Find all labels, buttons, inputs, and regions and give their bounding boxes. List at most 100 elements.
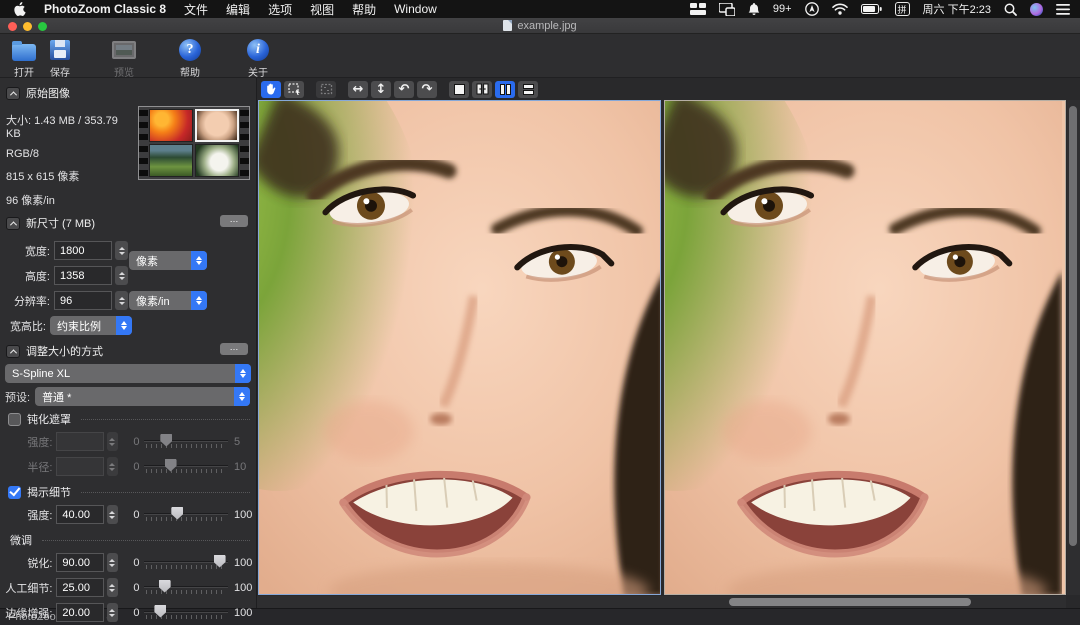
height-field[interactable]: 1358 xyxy=(54,266,112,285)
search-icon[interactable] xyxy=(1004,2,1017,16)
input-method-badge[interactable]: 拼 xyxy=(895,2,910,16)
vertical-scrollbar-thumb[interactable] xyxy=(1069,106,1077,546)
color-mode-info: RGB/8 xyxy=(6,148,134,160)
resolution-unit-dropdown[interactable]: 像素/in xyxy=(129,291,207,310)
artificial-detail-field[interactable]: 25.00 xyxy=(56,578,104,597)
reveal-strength-row: 强度: 40.00 0 100 xyxy=(0,502,256,527)
width-label: 宽度: xyxy=(4,243,50,259)
thumbnail-fruit[interactable] xyxy=(149,109,193,142)
sharpen-field[interactable]: 90.00 xyxy=(56,553,104,572)
unsharp-radius-field xyxy=(56,457,104,476)
side-by-side-view-button[interactable] xyxy=(495,81,515,98)
hand-icon xyxy=(265,83,277,96)
reveal-details-checkbox[interactable] xyxy=(8,486,21,499)
rotate-cw-button[interactable]: ↷ xyxy=(417,81,437,98)
sharpen-slider[interactable] xyxy=(144,554,229,572)
rotate-ccw-button[interactable]: ↶ xyxy=(394,81,414,98)
reveal-strength-field[interactable]: 40.00 xyxy=(56,505,104,524)
battery-icon[interactable] xyxy=(861,2,882,16)
minimize-button[interactable] xyxy=(23,22,32,31)
flip-vertical-button[interactable]: ↕ xyxy=(371,81,391,98)
unsharp-strength-row: 强度: 0 5 xyxy=(0,429,256,454)
collapse-resize-method-button[interactable] xyxy=(6,345,20,358)
help-button[interactable]: ? 帮助 xyxy=(174,37,206,79)
screen: PhotoZoom Classic 8 文件 编辑 选项 视图 帮助 Windo… xyxy=(0,0,1080,625)
vertical-scrollbar[interactable] xyxy=(1067,100,1080,595)
close-button[interactable] xyxy=(8,22,17,31)
control-center-list-icon[interactable] xyxy=(1056,2,1070,16)
unsharp-radius-slider xyxy=(144,458,229,476)
sidebar: 原始图像 大小: 1.43 MB / 353.79 KB RGB/8 815 x… xyxy=(0,78,257,608)
title-bar[interactable]: example.jpg xyxy=(0,18,1080,34)
wifi-icon[interactable] xyxy=(832,2,848,16)
preview-pane-before[interactable] xyxy=(258,100,661,595)
notification-bell-icon[interactable] xyxy=(748,2,760,16)
single-view-button[interactable] xyxy=(449,81,469,98)
dropdown-arrows-icon xyxy=(235,364,251,383)
menubar-clock[interactable]: 周六 下午2:23 xyxy=(923,1,991,17)
unsharp-strength-stepper xyxy=(107,432,118,451)
unsharp-mask-checkbox[interactable] xyxy=(8,413,21,426)
split-view-button[interactable] xyxy=(472,81,492,98)
artificial-detail-stepper[interactable] xyxy=(107,578,118,597)
help-question-icon: ? xyxy=(177,37,203,63)
menubar-app-name[interactable]: PhotoZoom Classic 8 xyxy=(44,2,166,16)
sharpen-stepper[interactable] xyxy=(107,553,118,572)
flip-horizontal-button[interactable]: ↔ xyxy=(348,81,368,98)
artificial-detail-slider[interactable] xyxy=(144,579,229,597)
original-image-section-header: 原始图像 xyxy=(0,82,256,104)
preview-image-icon xyxy=(111,37,137,63)
resize-method-more-button[interactable]: … xyxy=(220,343,248,355)
save-button[interactable]: 保存 xyxy=(44,37,76,79)
collapse-new-size-button[interactable] xyxy=(6,217,20,230)
width-stepper[interactable] xyxy=(115,241,128,260)
reveal-strength-slider[interactable] xyxy=(144,506,229,524)
aspect-ratio-label: 宽高比: xyxy=(4,318,46,334)
about-button[interactable]: i 关于 xyxy=(242,37,274,79)
horizontal-scrollbar-thumb[interactable] xyxy=(729,598,971,606)
menu-options[interactable]: 选项 xyxy=(268,1,292,18)
menu-view[interactable]: 视图 xyxy=(310,1,334,18)
resolution-stepper[interactable] xyxy=(115,291,128,310)
location-icon[interactable] xyxy=(805,2,819,16)
thumbnail-frog[interactable] xyxy=(149,144,193,177)
menu-window[interactable]: Window xyxy=(394,2,437,16)
menu-help[interactable]: 帮助 xyxy=(352,1,376,18)
edge-boost-stepper[interactable] xyxy=(107,603,118,622)
image-navigator-thumbnail[interactable] xyxy=(138,106,250,180)
apple-menu-icon[interactable] xyxy=(14,2,26,16)
height-label: 高度: xyxy=(4,268,50,284)
selection-tool-button[interactable] xyxy=(284,81,304,98)
image-size-info: 大小: 1.43 MB / 353.79 KB xyxy=(6,112,134,140)
new-size-more-button[interactable]: … xyxy=(220,215,248,227)
resize-method-dropdown[interactable]: S-Spline XL xyxy=(5,364,251,383)
window-title: example.jpg xyxy=(517,20,576,32)
open-button[interactable]: 打开 xyxy=(8,37,40,79)
edge-boost-slider[interactable] xyxy=(144,604,229,622)
height-stepper[interactable] xyxy=(115,266,128,285)
edge-boost-field[interactable]: 20.00 xyxy=(56,603,104,622)
window-tiles-icon[interactable] xyxy=(690,2,706,16)
thumbnail-woman-selected[interactable] xyxy=(195,109,239,142)
zoom-button[interactable] xyxy=(38,22,47,31)
compare-viewport xyxy=(257,100,1066,595)
artificial-detail-row: 人工细节: 25.00 0 100 xyxy=(0,575,256,600)
reveal-strength-stepper[interactable] xyxy=(107,505,118,524)
preview-pane-after[interactable] xyxy=(664,100,1067,595)
aspect-ratio-dropdown[interactable]: 约束比例 xyxy=(50,316,132,335)
menu-file[interactable]: 文件 xyxy=(184,1,208,18)
hand-tool-button[interactable] xyxy=(261,81,281,98)
edge-boost-row: 边缘增强: 20.00 0 100 xyxy=(0,600,256,625)
thumbnail-lily[interactable] xyxy=(195,144,239,177)
menu-edit[interactable]: 编辑 xyxy=(226,1,250,18)
collapse-original-button[interactable] xyxy=(6,87,20,100)
preset-dropdown[interactable]: 普通 * xyxy=(35,387,250,406)
horizontal-scrollbar[interactable] xyxy=(257,596,1066,608)
display-icon[interactable] xyxy=(719,2,735,16)
divider xyxy=(42,540,250,541)
siri-icon[interactable] xyxy=(1030,3,1043,16)
width-field[interactable]: 1800 xyxy=(54,241,112,260)
resolution-field[interactable]: 96 xyxy=(54,291,112,310)
notification-count[interactable]: 99+ xyxy=(773,3,792,15)
stacked-view-button[interactable] xyxy=(518,81,538,98)
